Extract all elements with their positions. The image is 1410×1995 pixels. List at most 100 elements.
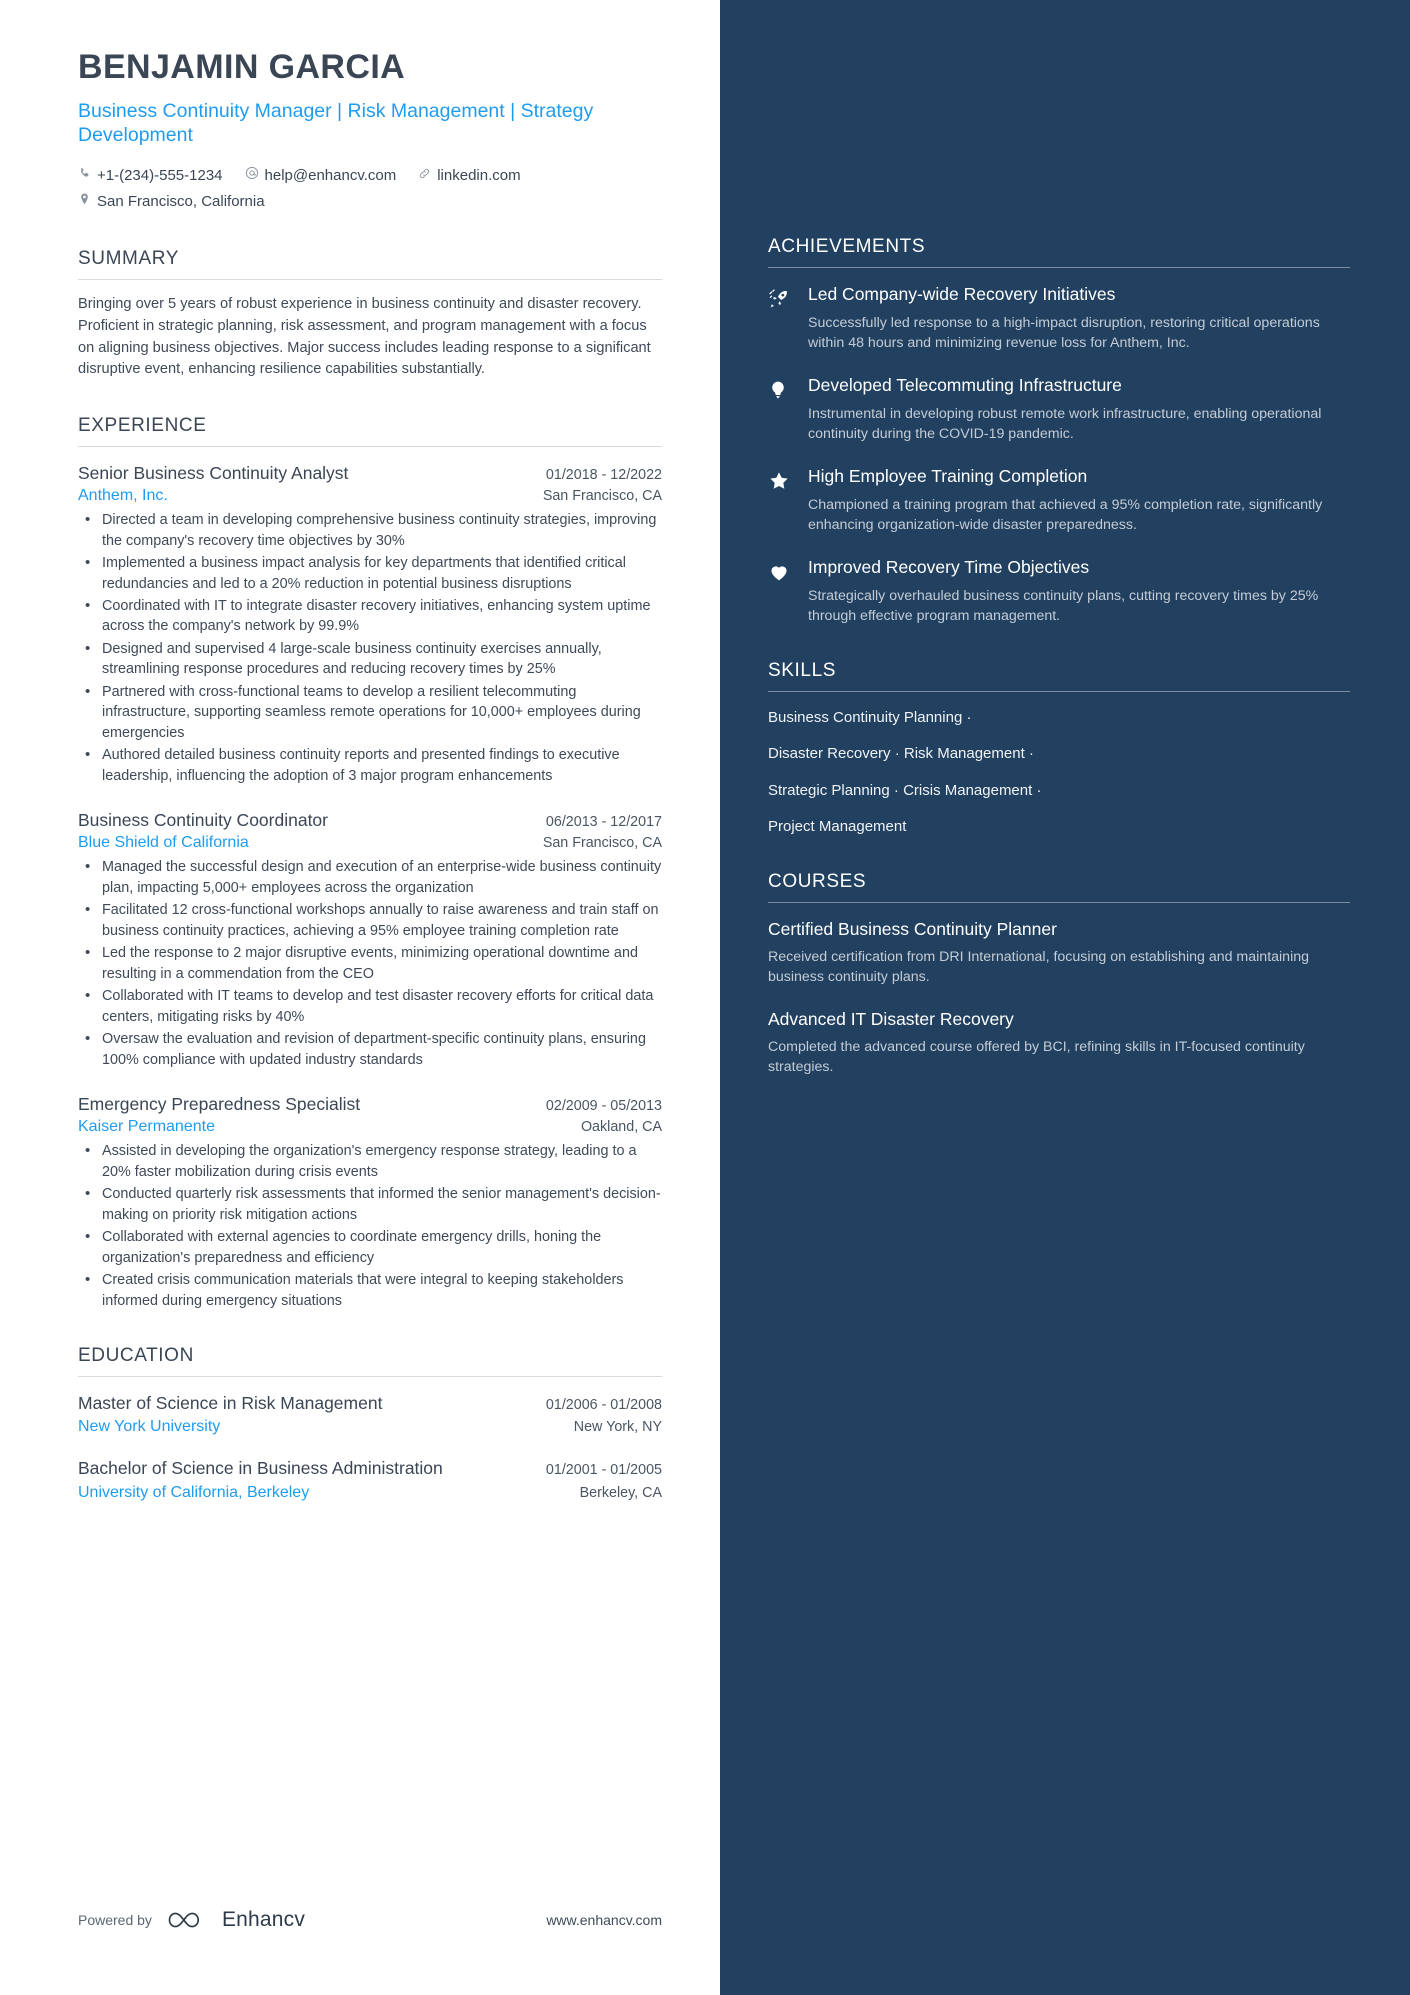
- achievement-description: Strategically overhauled business contin…: [808, 587, 1319, 624]
- professional-headline: Business Continuity Manager | Risk Manag…: [78, 100, 594, 147]
- contact-phone-text: +1-(234)-555-1234: [97, 167, 223, 185]
- divider: [768, 267, 1350, 268]
- summary-heading: SUMMARY: [78, 248, 179, 270]
- education-location: Berkeley, CA: [579, 1484, 662, 1501]
- job-title: Business Continuity Coordinator: [78, 810, 328, 831]
- achievement-item: High Employee Training Completion Champi…: [768, 466, 1350, 535]
- education-date: 01/2006 - 01/2008: [545, 1396, 662, 1413]
- courses-section: COURSES Certified Business Continuity Pl…: [768, 871, 1350, 1077]
- job-bullet: Partnered with cross-functional teams to…: [78, 681, 662, 743]
- education-degree: Bachelor of Science in Business Administ…: [78, 1458, 443, 1479]
- job-company[interactable]: Blue Shield of California: [78, 834, 249, 852]
- achievement-description: Championed a training program that achie…: [808, 496, 1323, 533]
- education-entry: Bachelor of Science in Business Administ…: [78, 1456, 662, 1501]
- achievements-heading: ACHIEVEMENTS: [768, 236, 926, 257]
- job-bullet: Designed and supervised 4 large-scale bu…: [78, 638, 662, 680]
- job-company[interactable]: Anthem, Inc.: [78, 487, 168, 505]
- link-icon: [418, 163, 431, 189]
- experience-heading: EXPERIENCE: [78, 414, 207, 436]
- achievement-title: High Employee Training Completion: [808, 466, 1088, 486]
- education-school[interactable]: New York University: [78, 1418, 220, 1436]
- job-date: 02/2009 - 05/2013: [545, 1097, 662, 1114]
- achievement-item: Led Company-wide Recovery Initiatives Su…: [768, 284, 1350, 353]
- job-title: Senior Business Continuity Analyst: [78, 462, 349, 483]
- contact-info: +1-(234)-555-1234 help@enhancv.com linke…: [78, 163, 662, 214]
- job-bullet: Created crisis communication materials t…: [78, 1269, 662, 1311]
- achievement-item: Developed Telecommuting Infrastructure I…: [768, 375, 1350, 444]
- heart-icon: [768, 557, 794, 626]
- main-column: BENJAMIN GARCIA Business Continuity Mana…: [0, 0, 720, 1995]
- course-description: Completed the advanced course offered by…: [768, 1038, 1305, 1075]
- job-bullet: Collaborated with IT teams to develop an…: [78, 985, 662, 1027]
- experience-entry: Senior Business Continuity Analyst 01/20…: [78, 461, 662, 786]
- phone-icon: [78, 163, 91, 189]
- education-location: New York, NY: [573, 1419, 662, 1436]
- contact-email-text: help@enhancv.com: [264, 167, 397, 185]
- course-item: Advanced IT Disaster Recovery Completed …: [768, 1009, 1350, 1077]
- footer: Powered by Enhancv www.enhancv.com: [0, 1875, 720, 1995]
- contact-linkedin-text: linkedin.com: [437, 167, 521, 185]
- job-bullet: Led the response to 2 major disruptive e…: [78, 942, 662, 984]
- summary-text: Bringing over 5 years of robust experien…: [78, 296, 651, 378]
- contact-location-text: San Francisco, California: [97, 192, 265, 210]
- star-icon: [768, 466, 794, 535]
- education-entry: Master of Science in Risk Management 01/…: [78, 1391, 662, 1436]
- footer-website[interactable]: www.enhancv.com: [546, 1912, 662, 1928]
- contact-email[interactable]: help@enhancv.com: [245, 163, 397, 189]
- job-title: Emergency Preparedness Specialist: [78, 1093, 361, 1114]
- brand-name: Enhancv: [221, 1908, 306, 1931]
- contact-linkedin[interactable]: linkedin.com: [418, 163, 521, 189]
- courses-heading: COURSES: [768, 871, 867, 892]
- job-location: Oakland, CA: [580, 1119, 662, 1136]
- job-bullet: Facilitated 12 cross-functional workshop…: [78, 899, 662, 941]
- course-title: Certified Business Continuity Planner: [768, 919, 1057, 939]
- achievement-title: Improved Recovery Time Objectives: [808, 557, 1090, 577]
- skill-line: Business Continuity Planning ·: [768, 709, 972, 726]
- job-bullet: Implemented a business impact analysis f…: [78, 552, 662, 594]
- education-heading: EDUCATION: [78, 1344, 194, 1366]
- achievement-title: Led Company-wide Recovery Initiatives: [808, 284, 1116, 304]
- divider: [78, 279, 662, 281]
- skills-section: SKILLS Business Continuity Planning · Di…: [768, 660, 1350, 837]
- achievement-title: Developed Telecommuting Infrastructure: [808, 375, 1122, 395]
- experience-section: EXPERIENCE Senior Business Continuity An…: [78, 415, 662, 1311]
- enhancv-logo-icon: [166, 1907, 208, 1933]
- job-bullet: Directed a team in developing comprehens…: [78, 509, 662, 551]
- divider: [78, 445, 662, 447]
- job-location: San Francisco, CA: [542, 835, 662, 852]
- education-section: EDUCATION Master of Science in Risk Mana…: [78, 1345, 662, 1502]
- job-bullet: Oversaw the evaluation and revision of d…: [78, 1028, 662, 1070]
- job-bullets: Assisted in developing the organization'…: [78, 1140, 662, 1311]
- contact-phone[interactable]: +1-(234)-555-1234: [78, 163, 223, 189]
- job-bullet: Managed the successful design and execut…: [78, 856, 662, 898]
- achievement-description: Successfully led response to a high-impa…: [808, 314, 1320, 351]
- divider: [78, 1375, 662, 1377]
- course-title: Advanced IT Disaster Recovery: [768, 1009, 1014, 1029]
- skill-line: Project Management: [768, 817, 907, 835]
- course-item: Certified Business Continuity Planner Re…: [768, 919, 1350, 987]
- achievement-item: Improved Recovery Time Objectives Strate…: [768, 557, 1350, 626]
- divider: [768, 691, 1350, 692]
- education-date: 01/2001 - 01/2005: [545, 1462, 662, 1479]
- job-location: San Francisco, CA: [542, 488, 662, 505]
- powered-by-label: Powered by: [78, 1912, 152, 1928]
- course-description: Received certification from DRI Internat…: [768, 948, 1309, 985]
- lightbulb-icon: [768, 375, 794, 444]
- experience-entry: Business Continuity Coordinator 06/2013 …: [78, 808, 662, 1070]
- job-bullet: Collaborated with external agencies to c…: [78, 1226, 662, 1268]
- contact-location: San Francisco, California: [78, 189, 662, 215]
- divider: [768, 902, 1350, 903]
- education-degree: Master of Science in Risk Management: [78, 1392, 383, 1413]
- education-school[interactable]: University of California, Berkeley: [78, 1484, 309, 1502]
- summary-section: SUMMARY Bringing over 5 years of robust …: [78, 248, 662, 380]
- experience-entry: Emergency Preparedness Specialist 02/200…: [78, 1092, 662, 1311]
- job-bullet: Conducted quarterly risk assessments tha…: [78, 1183, 662, 1225]
- job-date: 06/2013 - 12/2017: [545, 814, 662, 831]
- skill-line: Disaster Recovery · Risk Management ·: [768, 745, 1034, 763]
- achievements-section: ACHIEVEMENTS Led Company-wide Recovery I…: [768, 236, 1350, 626]
- job-company[interactable]: Kaiser Permanente: [78, 1118, 215, 1136]
- job-bullets: Managed the successful design and execut…: [78, 856, 662, 1070]
- skill-line: Strategic Planning · Crisis Management ·: [768, 781, 1042, 799]
- job-date: 01/2018 - 12/2022: [545, 466, 662, 483]
- job-bullet: Authored detailed business continuity re…: [78, 744, 662, 786]
